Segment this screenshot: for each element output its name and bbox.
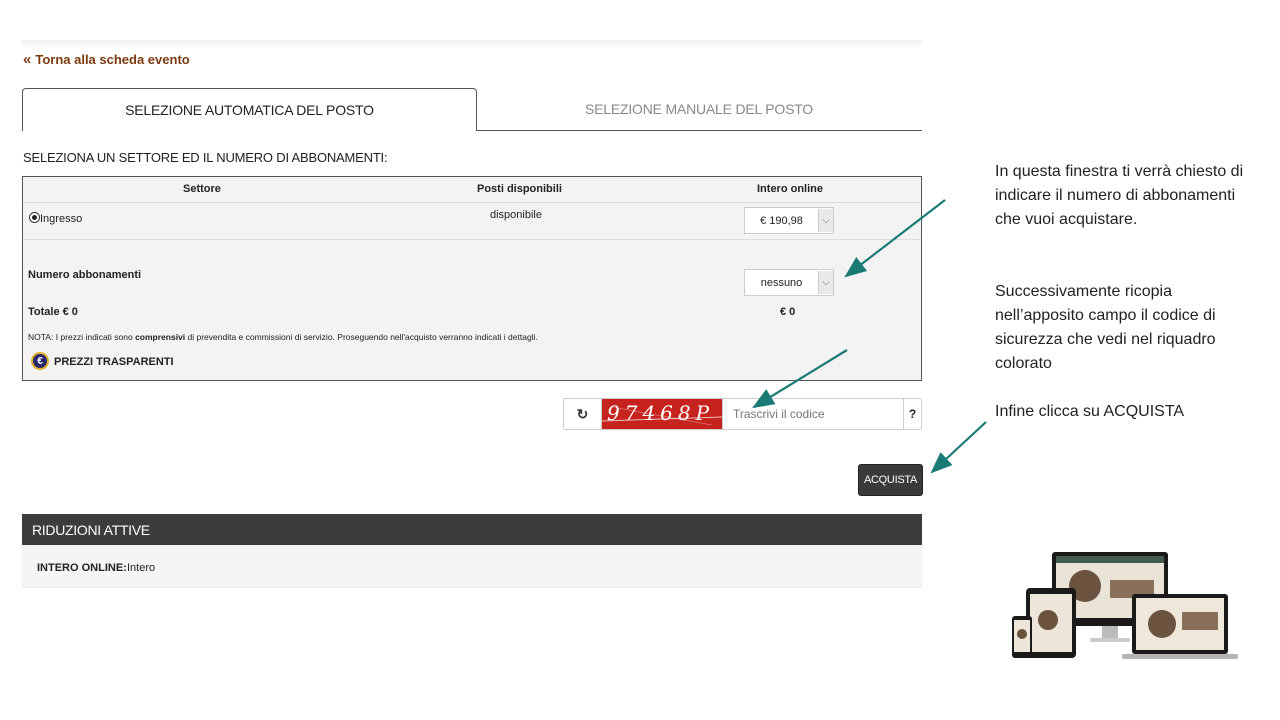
devices-illustration — [1012, 552, 1238, 659]
arrow-to-buy — [930, 421, 987, 474]
arrow-to-captcha — [752, 349, 848, 409]
arrow-to-num-select — [844, 199, 946, 278]
